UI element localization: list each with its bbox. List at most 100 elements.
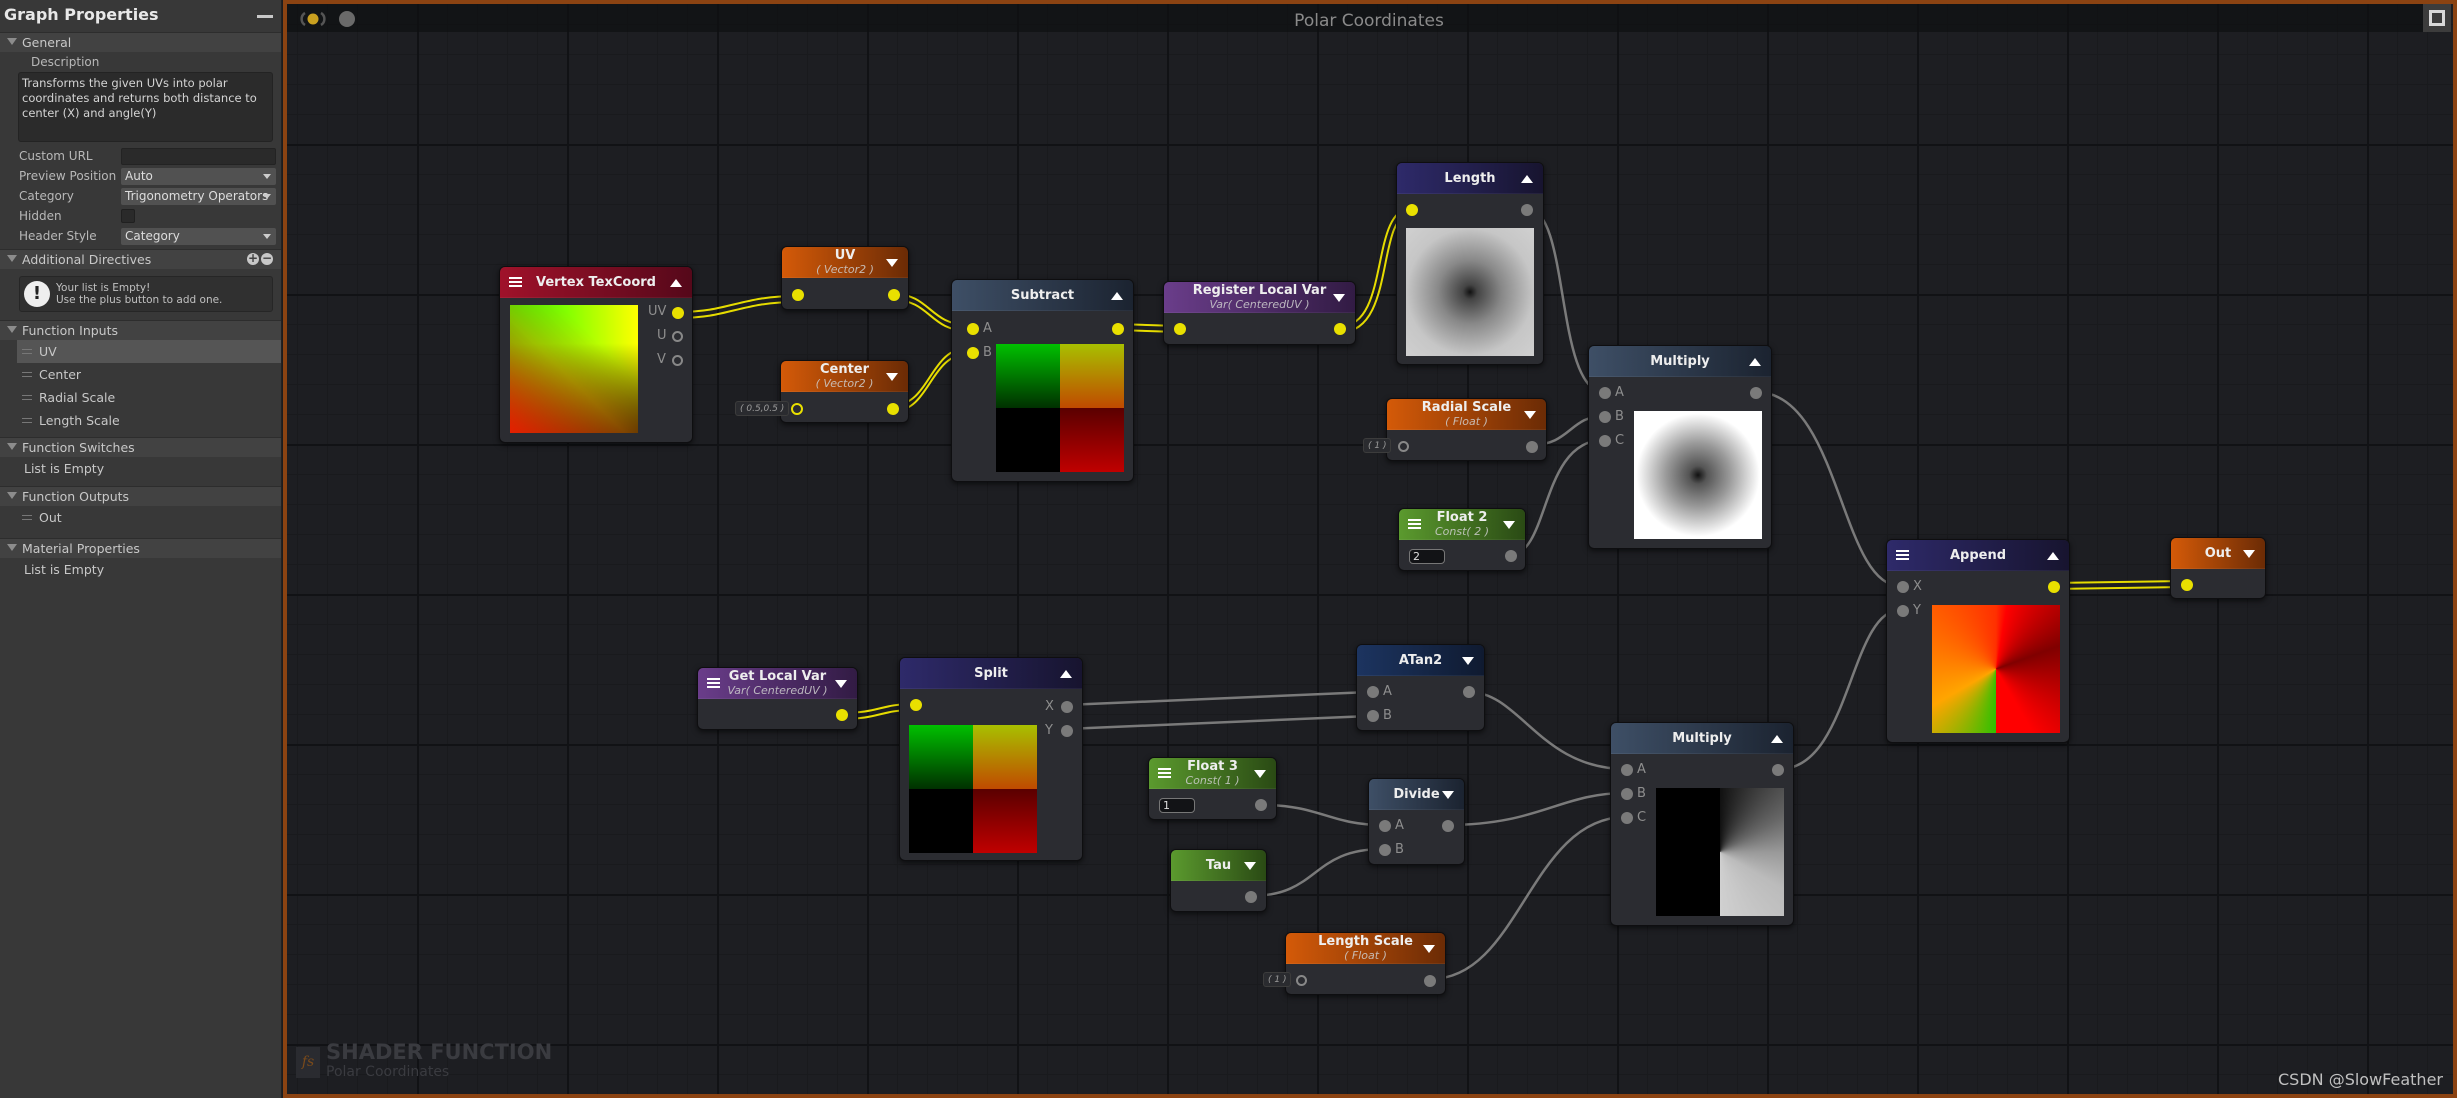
output-port[interactable] <box>887 403 899 415</box>
node-header[interactable]: Divide <box>1369 779 1464 810</box>
collapse-arrow-icon[interactable] <box>2047 552 2059 560</box>
input-port[interactable] <box>791 403 803 415</box>
node-header[interactable]: Multiply <box>1589 346 1771 377</box>
output-port-x[interactable] <box>1061 701 1073 713</box>
drag-handle-icon[interactable] <box>22 395 32 400</box>
node-tau[interactable]: Tau <box>1170 849 1267 912</box>
node-atan2[interactable]: ATan2 A B <box>1356 644 1485 731</box>
node-header[interactable]: Out <box>2171 538 2265 569</box>
value-input[interactable]: 1 <box>1159 798 1195 813</box>
header-style-dropdown[interactable]: Category <box>121 227 276 245</box>
node-get-local-var[interactable]: Get Local Var Var( CenteredUV ) <box>697 667 858 730</box>
input-port-c[interactable] <box>1599 435 1611 447</box>
input-port-b[interactable] <box>1621 788 1633 800</box>
remove-directive-button[interactable]: − <box>261 252 273 265</box>
node-split[interactable]: Split X Y <box>899 657 1083 861</box>
output-port-uv[interactable] <box>672 307 684 319</box>
node-header[interactable]: Length Scale( Float ) <box>1286 933 1445 964</box>
node-header[interactable]: Append <box>1887 540 2069 571</box>
preview-position-dropdown[interactable]: Auto <box>121 167 276 185</box>
dropdown-arrow-icon[interactable] <box>1442 791 1454 799</box>
dropdown-arrow-icon[interactable] <box>1244 862 1256 870</box>
section-function-switches[interactable]: Function Switches <box>0 437 281 457</box>
node-append[interactable]: Append X Y <box>1886 539 2070 743</box>
node-length-scale-input[interactable]: Length Scale( Float ) <box>1285 932 1446 995</box>
default-value-box[interactable]: ( 1 ) <box>1263 972 1292 987</box>
input-port-c[interactable] <box>1621 812 1633 824</box>
maximize-button[interactable] <box>2423 4 2451 32</box>
node-multiply-angle[interactable]: Multiply A B C <box>1610 722 1794 926</box>
category-dropdown[interactable]: Trigonometry Operators <box>121 187 276 205</box>
collapse-arrow-icon[interactable] <box>1521 175 1533 183</box>
input-port[interactable] <box>910 699 922 711</box>
collapse-arrow-icon[interactable] <box>1771 735 1783 743</box>
value-input[interactable]: 2 <box>1409 549 1445 564</box>
collapse-arrow-icon[interactable] <box>1111 292 1123 300</box>
output-port[interactable] <box>1526 441 1538 453</box>
node-length[interactable]: Length <box>1396 162 1544 365</box>
hidden-checkbox[interactable] <box>121 209 135 223</box>
output-port[interactable] <box>1772 764 1784 776</box>
minimize-button[interactable] <box>257 15 273 18</box>
input-port-b[interactable] <box>1599 411 1611 423</box>
input-port[interactable] <box>2181 579 2193 591</box>
section-function-inputs[interactable]: Function Inputs <box>0 320 281 340</box>
node-header[interactable]: Register Local Var Var( CenteredUV ) <box>1164 282 1355 313</box>
input-port[interactable] <box>1174 323 1186 335</box>
node-register-local-var[interactable]: Register Local Var Var( CenteredUV ) <box>1163 281 1356 345</box>
add-directive-button[interactable]: + <box>247 252 259 265</box>
default-value-box[interactable]: ( 1 ) <box>1363 438 1392 453</box>
output-port[interactable] <box>1463 686 1475 698</box>
menu-icon[interactable] <box>1896 550 1909 560</box>
input-port-x[interactable] <box>1897 581 1909 593</box>
node-header[interactable]: Vertex TexCoord <box>500 267 692 298</box>
input-port-a[interactable] <box>1599 387 1611 399</box>
collapse-arrow-icon[interactable] <box>1749 358 1761 366</box>
output-port[interactable] <box>1112 323 1124 335</box>
node-multiply-radial[interactable]: Multiply A B C <box>1588 345 1772 549</box>
dropdown-arrow-icon[interactable] <box>1333 294 1345 302</box>
description-textarea[interactable]: Transforms the given UVs into polar coor… <box>18 72 273 142</box>
menu-icon[interactable] <box>509 277 522 287</box>
input-port-b[interactable] <box>967 347 979 359</box>
node-vertex-texcoord[interactable]: Vertex TexCoord UV U V <box>499 266 693 443</box>
input-port-a[interactable] <box>1621 764 1633 776</box>
output-port-u[interactable] <box>672 331 683 342</box>
dropdown-arrow-icon[interactable] <box>1462 657 1474 665</box>
node-header[interactable]: UV( Vector2 ) <box>782 247 908 278</box>
input-port-b[interactable] <box>1379 844 1391 856</box>
node-float2-const[interactable]: Float 2 Const( 2 ) 2 <box>1398 508 1526 571</box>
function-input-item[interactable]: Center <box>0 363 281 386</box>
function-input-item[interactable]: Length Scale <box>0 409 281 432</box>
drag-handle-icon[interactable] <box>22 349 32 354</box>
custom-url-input[interactable] <box>121 147 276 165</box>
output-port[interactable] <box>2048 581 2060 593</box>
input-port[interactable] <box>1406 204 1418 216</box>
clean-icon[interactable] <box>337 8 357 30</box>
section-additional-directives[interactable]: Additional Directives + − <box>0 249 281 269</box>
node-header[interactable]: Length <box>1397 163 1543 194</box>
node-divide[interactable]: Divide A B <box>1368 778 1465 865</box>
output-port[interactable] <box>1245 891 1257 903</box>
output-port[interactable] <box>1442 820 1454 832</box>
node-uv-input[interactable]: UV( Vector2 ) <box>781 246 909 310</box>
node-float3-const[interactable]: Float 3 Const( 1 ) 1 <box>1148 757 1277 820</box>
drag-handle-icon[interactable] <box>22 418 32 423</box>
input-port[interactable] <box>792 289 804 301</box>
node-radial-scale-input[interactable]: Radial Scale( Float ) <box>1386 398 1547 461</box>
input-port[interactable] <box>1296 975 1307 986</box>
function-output-item[interactable]: Out <box>0 506 281 529</box>
node-header[interactable]: Float 3 Const( 1 ) <box>1149 758 1276 789</box>
function-input-item[interactable]: Radial Scale <box>0 386 281 409</box>
input-port-a[interactable] <box>1367 686 1379 698</box>
dropdown-arrow-icon[interactable] <box>2243 550 2255 558</box>
dropdown-arrow-icon[interactable] <box>886 259 898 267</box>
dropdown-arrow-icon[interactable] <box>886 373 898 381</box>
drag-handle-icon[interactable] <box>22 515 32 520</box>
node-header[interactable]: Subtract <box>952 280 1133 311</box>
output-port[interactable] <box>1750 387 1762 399</box>
dropdown-arrow-icon[interactable] <box>1423 945 1435 953</box>
output-port[interactable] <box>1521 204 1533 216</box>
output-port-v[interactable] <box>672 355 683 366</box>
node-header[interactable]: Float 2 Const( 2 ) <box>1399 509 1525 540</box>
